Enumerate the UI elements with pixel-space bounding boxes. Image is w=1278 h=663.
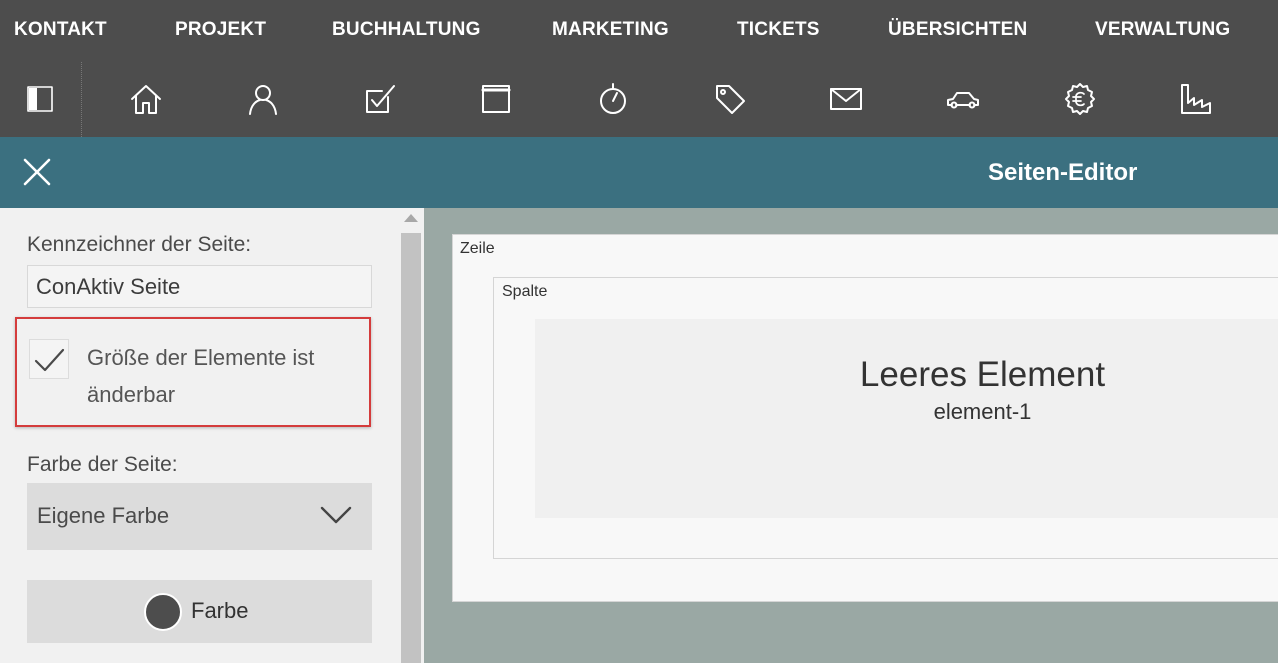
tag-icon[interactable] <box>710 79 750 119</box>
chevron-down-icon <box>320 506 352 524</box>
euro-icon[interactable] <box>1060 79 1100 119</box>
menu-kontakt[interactable]: KONTAKT <box>14 19 107 41</box>
menu-projekt[interactable]: PROJEKT <box>175 19 266 41</box>
empty-element[interactable]: Leeres Element element-1 <box>535 319 1278 518</box>
identifier-input[interactable]: ConAktiv Seite <box>27 265 372 308</box>
element-id: element-1 <box>933 399 1032 424</box>
color-swatch <box>144 593 182 631</box>
close-icon[interactable] <box>20 155 54 189</box>
resizable-label: Größe der Elemente ist änderbar <box>87 345 315 407</box>
row-container[interactable]: Zeile Spalte Leeres Element element-1 <box>452 234 1278 602</box>
scroll-thumb[interactable] <box>401 233 421 663</box>
sidebar-toggle-icon[interactable] <box>20 79 60 119</box>
identifier-label: Kennzeichner der Seite: <box>27 233 252 256</box>
menu-uebersichten[interactable]: ÜBERSICHTEN <box>888 19 1027 41</box>
resizable-checkbox[interactable] <box>29 339 69 379</box>
panel-scrollbar[interactable] <box>400 208 422 663</box>
user-icon[interactable] <box>243 79 283 119</box>
row-label: Zeile <box>460 240 495 257</box>
page-canvas: Zeile Spalte Leeres Element element-1 <box>424 208 1278 663</box>
menu-marketing[interactable]: MARKETING <box>552 19 669 41</box>
icon-toolbar <box>0 62 1278 137</box>
properties-panel: Kennzeichner der Seite: ConAktiv Seite G… <box>0 208 424 663</box>
mail-icon[interactable] <box>826 79 866 119</box>
resizable-option-highlight: Größe der Elemente ist änderbar <box>15 317 371 427</box>
color-button-label: Farbe <box>191 598 249 623</box>
home-icon[interactable] <box>126 79 166 119</box>
car-icon[interactable] <box>943 79 983 119</box>
menu-buchhaltung[interactable]: BUCHHALTUNG <box>332 19 481 41</box>
color-button[interactable]: Farbe <box>27 580 372 643</box>
column-label: Spalte <box>502 283 548 300</box>
color-select-value: Eigene Farbe <box>37 503 170 528</box>
stopwatch-icon[interactable] <box>593 79 633 119</box>
menu-verwaltung[interactable]: VERWALTUNG <box>1095 19 1230 41</box>
editor-title: Seiten-Editor <box>988 159 1138 186</box>
column-container[interactable]: Spalte Leeres Element element-1 <box>493 277 1278 559</box>
factory-icon[interactable] <box>1176 79 1216 119</box>
color-label: Farbe der Seite: <box>27 453 178 476</box>
editor-header: Seiten-Editor <box>0 137 1278 208</box>
element-title: Leeres Element <box>859 355 1106 394</box>
toolbar-divider <box>81 62 82 137</box>
task-icon[interactable] <box>360 79 400 119</box>
top-menu: KONTAKT PROJEKT BUCHHALTUNG MARKETING TI… <box>0 0 1278 62</box>
menu-tickets[interactable]: TICKETS <box>737 19 820 41</box>
color-select[interactable]: Eigene Farbe <box>27 483 372 550</box>
scroll-up-arrow[interactable] <box>404 214 418 222</box>
window-icon[interactable] <box>476 79 516 119</box>
